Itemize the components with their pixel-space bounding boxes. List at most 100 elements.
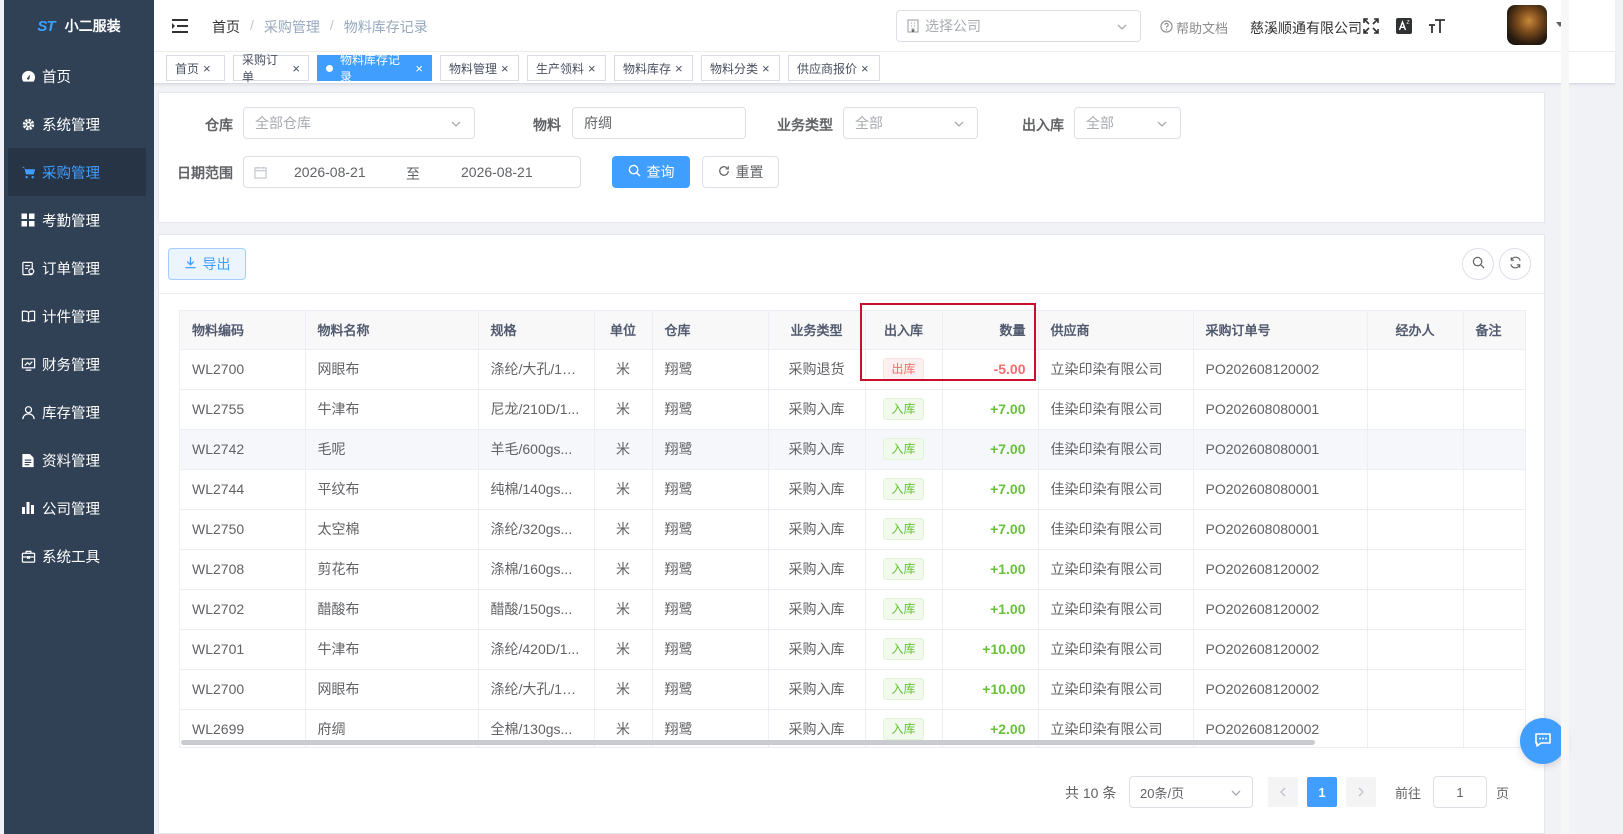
sidebar-item[interactable]: 系统工具 [4,532,154,580]
close-icon[interactable]: × [861,61,869,76]
column-header: 业务类型 [768,311,866,350]
next-page-button[interactable] [1346,777,1376,807]
close-icon[interactable]: × [415,61,423,76]
tag-item[interactable]: 生产领料 × [527,55,606,81]
sidebar-menu: 首页 系统管理 采购管理 考勤管理 订单管理 计件管理财务管理库存管理 资料管理 公司管理 系统… [4,52,154,580]
table-row[interactable]: WL2708 剪花布 涤棉/160gs... 米翔鹭 采购入库 入库 +1.00 立染印染有限… [180,549,1525,590]
tag-item[interactable]: 采购订单 × [233,53,309,84]
cell-warehouse: 翔鹭 [652,589,769,630]
cell-material-code: WL2700 [180,349,306,390]
cell-spec: 涤纶/大孔/15... [478,669,595,710]
table-row[interactable]: WL2750 太空棉 涤纶/320gs... 米翔鹭 采购入库 入库 +7.00 佳染印染有限… [180,509,1525,550]
font-size-icon[interactable] [1427,16,1447,36]
sidebar-item[interactable]: 库存管理 [4,388,154,436]
close-icon[interactable]: × [203,61,211,76]
cell-note [1463,709,1525,747]
cell-biz-type: 采购入库 [768,629,866,670]
hamburger-icon[interactable] [170,16,190,36]
in-out-select[interactable]: 全部 [1074,107,1181,139]
company-select[interactable]: 选择公司 [896,10,1141,42]
fullscreen-icon[interactable] [1361,16,1381,36]
table-row[interactable]: WL2755 牛津布 尼龙/210D/1... 米翔鹭 采购入库 入库 +7.00 佳染印染有… [180,389,1525,430]
table-row[interactable]: WL2700 网眼布 涤纶/大孔/15... 米翔鹭 采购退货 出库 -5.00 立染印染有限… [180,349,1525,390]
tag-item[interactable]: 物料库存 × [614,55,693,81]
cell-in-out: 入库 [865,549,943,590]
horizontal-scrollbar[interactable] [181,740,1315,745]
divider [159,293,1544,294]
search-button[interactable]: 查询 [612,156,690,188]
cell-spec: 醋酸/150gs... [478,589,595,630]
column-header: 采购订单号 [1193,311,1368,350]
prev-page-button[interactable] [1268,777,1298,807]
sidebar-item[interactable]: 公司管理 [4,484,154,532]
close-icon[interactable]: × [675,61,683,76]
sidebar-item[interactable]: 首页 [4,52,154,100]
sidebar-item-label: 财务管理 [42,357,100,374]
cell-material-name: 毛呢 [305,429,479,470]
sidebar-item[interactable]: 订单管理 [4,244,154,292]
tag-item[interactable]: 物料管理 × [440,55,519,81]
close-icon[interactable]: × [762,61,770,76]
avatar[interactable] [1507,5,1547,45]
column-header: 单位 [594,311,653,350]
help-doc-link[interactable]: 帮助文档 [1160,18,1228,37]
export-button[interactable]: 导出 [168,248,246,280]
chart-monitor-icon [20,356,36,372]
cell-note [1463,349,1525,390]
column-header: 物料名称 [305,311,479,350]
reset-button[interactable]: 重置 [702,156,779,188]
cell-warehouse: 翔鹭 [652,509,769,550]
qty-value: +7.00 [990,441,1026,457]
close-icon[interactable]: × [588,61,596,76]
close-icon[interactable]: × [292,61,300,76]
breadcrumb-separator: / [250,17,254,33]
refresh-table-button[interactable] [1499,248,1531,280]
tag-item[interactable]: 供应商报价 × [788,55,880,81]
sidebar-item[interactable]: 资料管理 [4,436,154,484]
toggle-search-button[interactable] [1462,248,1494,280]
date-start-input[interactable]: 2026-08-21 [294,164,366,180]
material-input[interactable]: 府绸 [572,107,746,139]
sidebar-item[interactable]: 计件管理 [4,292,154,340]
cell-note [1463,429,1525,470]
download-icon [184,256,197,272]
vertical-scrollbar[interactable] [1561,0,1569,834]
tag-item[interactable]: 物料分类 × [701,55,780,81]
cell-supplier: 立染印染有限公司 [1038,549,1194,590]
sidebar-logo[interactable]: ST 小二服装 [4,0,154,52]
tag-item[interactable]: 物料库存记录 × [317,53,432,84]
cell-po-number: PO202608120002 [1193,629,1368,670]
table-row[interactable]: WL2742 毛呢 羊毛/600gs... 米翔鹭 采购入库 入库 +7.00 佳染印染有限公… [180,429,1525,470]
page-size-select[interactable]: 20条/页 [1129,776,1253,808]
chat-button[interactable] [1520,718,1566,764]
sidebar-item[interactable]: 系统管理 [4,100,154,148]
cell-unit: 米 [594,389,653,430]
cell-note [1463,589,1525,630]
goto-page-input[interactable]: 1 [1433,776,1487,808]
date-range-picker[interactable]: 2026-08-21 至 2026-08-21 [243,156,581,188]
chat-icon [1533,730,1553,753]
chevron-down-icon [953,117,965,133]
table-row[interactable]: WL2702 醋酸布 醋酸/150gs... 米翔鹭 采购入库 入库 +1.00 立染印染有限… [180,589,1525,630]
sidebar-item[interactable]: 采购管理 [8,148,146,196]
cell-qty: +1.00 [942,589,1039,630]
in-out-badge: 入库 [883,678,924,700]
biz-type-select[interactable]: 全部 [843,107,978,139]
warehouse-select[interactable]: 全部仓库 [243,107,475,139]
table-row[interactable]: WL2744 平纹布 纯棉/140gs... 米翔鹭 采购入库 入库 +7.00 佳染印染有限… [180,469,1525,510]
sidebar-item[interactable]: 考勤管理 [4,196,154,244]
breadcrumb-home[interactable]: 首页 [212,17,240,37]
language-icon[interactable]: Z [1394,16,1414,36]
records-panel: 导出 物料编码 物料名称 规格 单位 仓库 业务类型 出入库 数量 供应商 采购订单号 经办人 备注 [158,234,1545,834]
page-number-current[interactable]: 1 [1307,777,1337,807]
tag-item[interactable]: 首页 × [166,55,225,81]
cell-in-out: 入库 [865,509,943,550]
sidebar-item[interactable]: 财务管理 [4,340,154,388]
cell-supplier: 佳染印染有限公司 [1038,389,1194,430]
tag-label: 采购订单 [242,53,279,84]
cell-note [1463,549,1525,590]
table-row[interactable]: WL2700 网眼布 涤纶/大孔/15... 米翔鹭 采购入库 入库 +10.00 立染印染有… [180,669,1525,710]
table-row[interactable]: WL2701 牛津布 涤纶/420D/1... 米翔鹭 采购入库 入库 +10.00 立染印染… [180,629,1525,670]
close-icon[interactable]: × [501,61,509,76]
date-end-input[interactable]: 2026-08-21 [461,164,533,180]
